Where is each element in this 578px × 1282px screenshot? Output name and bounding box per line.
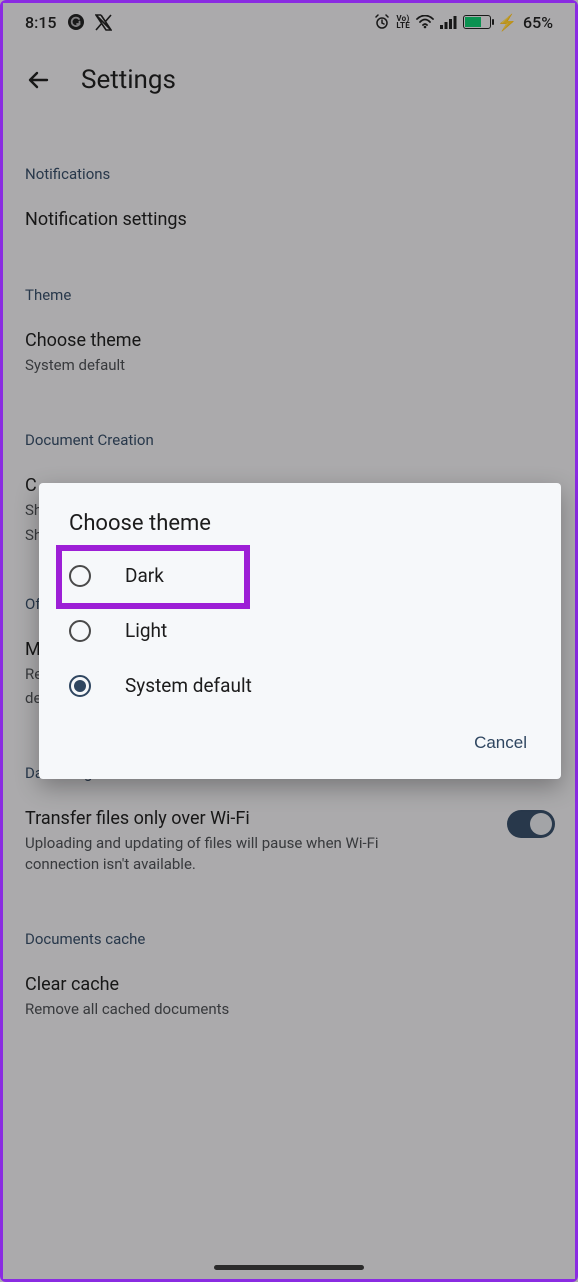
x-app-icon <box>95 14 112 31</box>
home-indicator[interactable] <box>214 1265 364 1270</box>
row-clear-cache[interactable]: Clear cache Remove all cached documents <box>25 968 553 1029</box>
alarm-icon <box>374 14 390 30</box>
battery-icon <box>463 15 491 29</box>
radio-icon <box>69 565 91 587</box>
radio-icon <box>69 620 91 642</box>
app-bar: Settings <box>3 41 575 119</box>
row-transfer-wifi[interactable]: Transfer files only over Wi-Fi Uploading… <box>25 802 553 884</box>
signal-icon <box>440 15 457 29</box>
option-label: Dark <box>125 564 164 587</box>
volte-icon: Vo)LTE <box>396 15 410 29</box>
status-bar: 8:15 Vo)LTE ⚡ 65% <box>3 3 575 41</box>
status-time: 8:15 <box>25 13 57 32</box>
option-label: System default <box>125 674 252 697</box>
battery-percent: 65% <box>523 13 553 32</box>
option-system-default[interactable]: System default <box>39 658 561 713</box>
radio-icon-selected <box>69 675 91 697</box>
section-notifications: Notifications <box>25 165 553 183</box>
wifi-only-switch[interactable] <box>507 810 555 838</box>
option-label: Light <box>125 619 167 642</box>
section-theme: Theme <box>25 286 553 304</box>
option-dark[interactable]: Dark <box>39 548 561 603</box>
cancel-button[interactable]: Cancel <box>462 723 539 763</box>
page-title: Settings <box>81 65 176 95</box>
section-document-creation: Document Creation <box>25 431 553 449</box>
back-arrow-icon[interactable] <box>25 66 53 94</box>
grammarly-icon <box>67 13 85 31</box>
row-choose-theme[interactable]: Choose theme System default <box>25 324 553 385</box>
choose-theme-dialog: Choose theme Dark Light System default C… <box>39 483 561 779</box>
dialog-title: Choose theme <box>39 511 561 548</box>
row-notification-settings[interactable]: Notification settings <box>25 203 553 240</box>
section-documents-cache: Documents cache <box>25 930 553 948</box>
charging-icon: ⚡ <box>497 13 517 32</box>
wifi-icon <box>416 15 434 29</box>
option-light[interactable]: Light <box>39 603 561 658</box>
